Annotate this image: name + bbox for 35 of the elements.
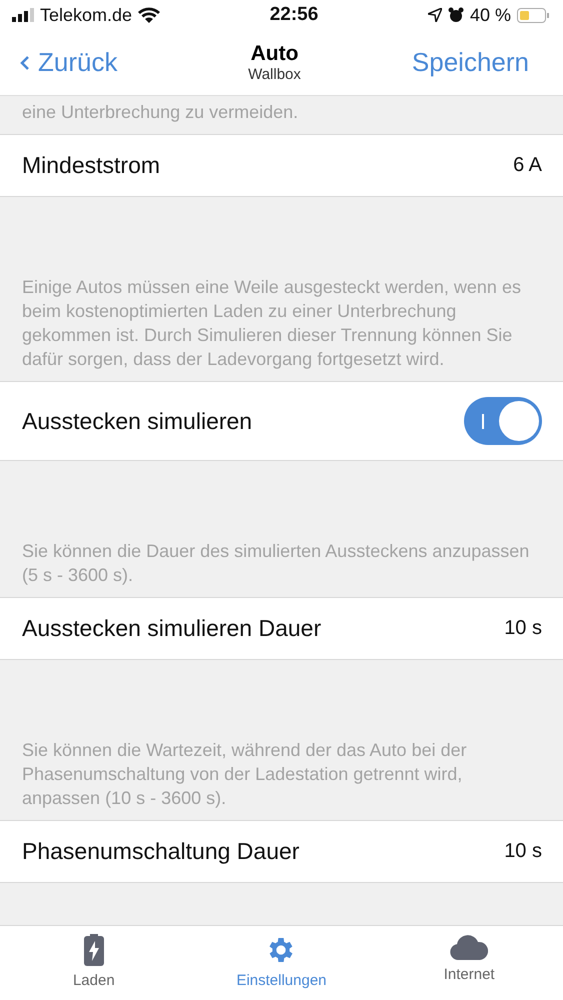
row-value: 6 A bbox=[513, 154, 542, 177]
location-arrow-icon bbox=[428, 8, 442, 22]
back-label: Zurück bbox=[38, 47, 118, 78]
signal-icon bbox=[12, 8, 34, 22]
wifi-icon bbox=[138, 7, 160, 23]
nav-title: Auto bbox=[250, 42, 298, 66]
settings-row[interactable]: Mindeststrom 6 A bbox=[0, 134, 563, 197]
nav-subtitle: Wallbox bbox=[248, 66, 301, 83]
save-button[interactable]: Speichern bbox=[412, 47, 529, 78]
back-button[interactable]: Zurück bbox=[20, 47, 118, 78]
toggle-switch[interactable] bbox=[464, 397, 542, 445]
settings-row[interactable]: Ausstecken simulieren bbox=[0, 381, 563, 461]
section-description: Sie können die Wartezeit, während der das Auto bei der Phasenumschaltung von der Ladestation getrennt wird, anpassen (10 s - 3600 s). bbox=[21, 739, 468, 810]
tab-bar-item[interactable]: Internet bbox=[375, 926, 563, 1000]
battery-icon bbox=[84, 934, 104, 966]
cloud-icon bbox=[450, 934, 488, 960]
clock-time: 22:56 bbox=[270, 4, 318, 26]
row-label: Ausstecken simulieren Dauer bbox=[22, 615, 322, 642]
chevron-left-icon bbox=[20, 54, 30, 70]
settings-row[interactable]: Ausstecken simulieren Dauer 10 s bbox=[0, 597, 563, 660]
alarm-clock-icon bbox=[448, 7, 464, 23]
section-description: eine Unterbrechung zu vermeiden. bbox=[21, 101, 300, 124]
row-label: Phasenumschaltung Dauer bbox=[22, 838, 300, 865]
settings-row[interactable]: Phasenumschaltung Dauer 10 s bbox=[0, 820, 563, 883]
tab-bar-item[interactable]: Laden bbox=[0, 926, 188, 1000]
section-description: Einige Autos müssen eine Weile ausgesteckt werden, wenn es beim kostenoptimierten Laden zu einer Unterbrechung gekommen ist. Durch Simulieren dieser Trennung können Sie dafür sorgen, dass der Ladevorgang fortgesetzt wird. bbox=[21, 276, 522, 371]
tab-bar-item[interactable]: Einstellungen bbox=[188, 926, 376, 1000]
row-value: 10 s bbox=[504, 840, 542, 863]
section-description: Sie können die Dauer des simulierten Aussteckens anzupassen (5 s - 3600 s). bbox=[21, 540, 530, 587]
battery-icon bbox=[516, 8, 549, 22]
carrier-name: Telekom.de bbox=[40, 4, 132, 26]
battery-percentage: 40 % bbox=[470, 4, 511, 26]
row-label: Ausstecken simulieren bbox=[22, 408, 252, 434]
row-value: 10 s bbox=[504, 617, 542, 640]
row-label: Mindeststrom bbox=[22, 152, 160, 179]
